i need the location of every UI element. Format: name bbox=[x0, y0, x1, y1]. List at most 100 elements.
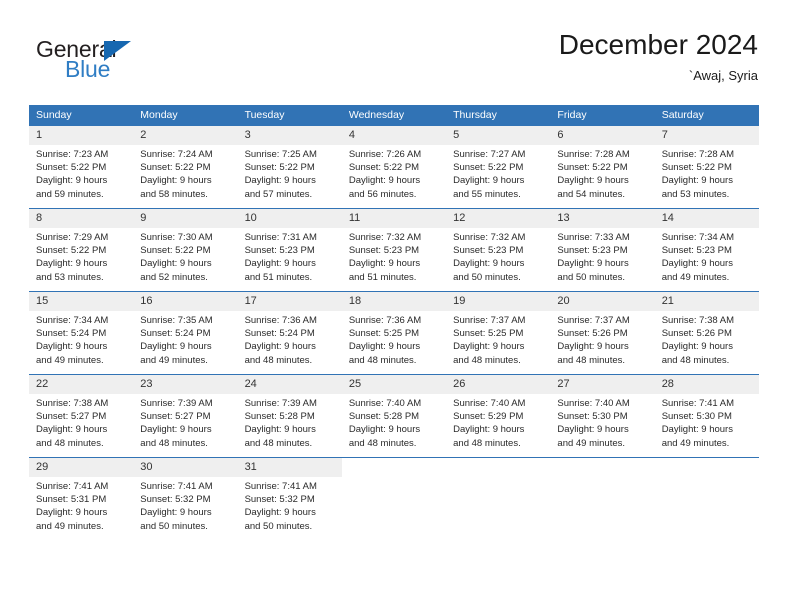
daylight-text-line1: Daylight: 9 hours bbox=[557, 341, 629, 353]
daylight-text-line1: Daylight: 9 hours bbox=[140, 341, 212, 353]
calendar-day-cell[interactable]: 21 Sunrise: 7:38 AM Sunset: 5:26 PM Dayligh… bbox=[654, 291, 759, 375]
calendar-day-cell[interactable]: 1 Sunrise: 7:23 AM Sunset: 5:22 PM Daylight… bbox=[29, 126, 134, 209]
day-details: Sunrise: 7:40 AM Sunset: 5:28 PM Daylight:… bbox=[342, 394, 446, 450]
day-details: Sunrise: 7:24 AM Sunset: 5:22 PM Daylight:… bbox=[133, 145, 237, 201]
day-number: 23 bbox=[133, 375, 238, 394]
daylight-text-line2: and 50 minutes. bbox=[244, 520, 313, 532]
day-number: 20 bbox=[550, 292, 655, 311]
daylight-text-line2: and 51 minutes. bbox=[244, 271, 313, 283]
calendar-day-cell[interactable]: 31 Sunrise: 7:41 AM Sunset: 5:32 PM Dayligh… bbox=[237, 457, 342, 540]
day-details: Sunrise: 7:28 AM Sunset: 5:22 PM Daylight:… bbox=[550, 145, 654, 201]
sunrise-text: Sunrise: 7:31 AM bbox=[244, 232, 317, 243]
calendar-day-cell[interactable]: 4 Sunrise: 7:26 AM Sunset: 5:22 PM Daylight… bbox=[341, 126, 447, 209]
daylight-text-line2: and 50 minutes. bbox=[140, 520, 208, 532]
calendar-day-cell[interactable]: 5 Sunrise: 7:27 AM Sunset: 5:22 PM Daylight… bbox=[446, 126, 551, 209]
sunset-text: Sunset: 5:28 PM bbox=[244, 411, 315, 423]
daylight-text-line2: and 49 minutes. bbox=[36, 354, 104, 366]
calendar-day-cell[interactable]: 16 Sunrise: 7:35 AM Sunset: 5:24 PM Dayligh… bbox=[133, 291, 238, 375]
title-block: December 2024 `Awaj, Syria bbox=[559, 28, 758, 85]
calendar-body: 1 Sunrise: 7:23 AM Sunset: 5:22 PM Daylight… bbox=[29, 126, 759, 540]
day-number: 10 bbox=[237, 209, 342, 228]
sunrise-text: Sunrise: 7:32 AM bbox=[348, 232, 422, 243]
calendar-day-cell[interactable]: 23 Sunrise: 7:39 AM Sunset: 5:27 PM Dayligh… bbox=[133, 374, 238, 458]
general-blue-logo[interactable]: General Blue bbox=[36, 36, 236, 86]
calendar-day-cell[interactable]: 27 Sunrise: 7:40 AM Sunset: 5:30 PM Dayligh… bbox=[550, 374, 655, 458]
sunset-text: Sunset: 5:23 PM bbox=[453, 245, 524, 257]
day-details bbox=[342, 477, 446, 480]
calendar-day-cell[interactable]: 26 Sunrise: 7:40 AM Sunset: 5:29 PM Dayligh… bbox=[446, 374, 551, 458]
calendar-day-cell[interactable]: 28 Sunrise: 7:41 AM Sunset: 5:30 PM Dayligh… bbox=[654, 374, 759, 458]
sunrise-text: Sunrise: 7:34 AM bbox=[36, 315, 109, 326]
sunrise-text: Sunrise: 7:40 AM bbox=[557, 398, 630, 409]
sunset-text: Sunset: 5:32 PM bbox=[244, 494, 315, 506]
calendar-day-cell[interactable]: 15 Sunrise: 7:34 AM Sunset: 5:24 PM Dayligh… bbox=[29, 291, 134, 375]
day-details: Sunrise: 7:31 AM Sunset: 5:23 PM Daylight:… bbox=[238, 228, 342, 284]
calendar-day-cell[interactable]: 22 Sunrise: 7:38 AM Sunset: 5:27 PM Dayligh… bbox=[29, 374, 134, 458]
sunset-text: Sunset: 5:28 PM bbox=[348, 411, 420, 423]
sunrise-text: Sunrise: 7:30 AM bbox=[140, 232, 213, 243]
daylight-text-line1: Daylight: 9 hours bbox=[140, 258, 212, 270]
day-number: 18 bbox=[341, 292, 447, 311]
calendar-day-cell[interactable]: 10 Sunrise: 7:31 AM Sunset: 5:23 PM Dayligh… bbox=[237, 208, 342, 292]
day-details: Sunrise: 7:37 AM Sunset: 5:26 PM Daylight:… bbox=[550, 311, 654, 367]
day-number: 6 bbox=[550, 126, 655, 145]
sunrise-text: Sunrise: 7:41 AM bbox=[140, 481, 213, 492]
weekday-header-monday: Monday bbox=[133, 105, 238, 126]
daylight-text-line2: and 48 minutes. bbox=[36, 437, 104, 449]
calendar-day-cell[interactable]: 24 Sunrise: 7:39 AM Sunset: 5:28 PM Dayligh… bbox=[237, 374, 342, 458]
day-number: 16 bbox=[133, 292, 238, 311]
calendar-day-cell[interactable]: 3 Sunrise: 7:25 AM Sunset: 5:22 PM Daylight… bbox=[237, 126, 342, 209]
sunset-text: Sunset: 5:22 PM bbox=[453, 162, 524, 174]
day-number bbox=[446, 458, 551, 477]
sunrise-text: Sunrise: 7:36 AM bbox=[348, 315, 422, 326]
daylight-text-line2: and 56 minutes. bbox=[348, 188, 417, 200]
day-number: 22 bbox=[29, 375, 134, 394]
daylight-text-line1: Daylight: 9 hours bbox=[348, 258, 421, 270]
daylight-text-line2: and 48 minutes. bbox=[244, 354, 313, 366]
daylight-text-line2: and 48 minutes. bbox=[453, 354, 521, 366]
day-number: 28 bbox=[654, 375, 759, 394]
weekday-header-saturday: Saturday bbox=[654, 105, 759, 126]
calendar-week-row: 22 Sunrise: 7:38 AM Sunset: 5:27 PM Dayligh… bbox=[29, 374, 759, 458]
calendar-day-cell[interactable]: 17 Sunrise: 7:36 AM Sunset: 5:24 PM Dayligh… bbox=[237, 291, 342, 375]
day-details: Sunrise: 7:36 AM Sunset: 5:24 PM Daylight:… bbox=[238, 311, 342, 367]
calendar-day-cell[interactable]: 8 Sunrise: 7:29 AM Sunset: 5:22 PM Daylight… bbox=[29, 208, 134, 292]
calendar-day-cell[interactable]: 7 Sunrise: 7:28 AM Sunset: 5:22 PM Daylight… bbox=[654, 126, 759, 209]
sunrise-text: Sunrise: 7:26 AM bbox=[348, 149, 422, 160]
day-number: 29 bbox=[29, 458, 134, 477]
calendar-day-cell[interactable]: 12 Sunrise: 7:32 AM Sunset: 5:23 PM Dayligh… bbox=[446, 208, 551, 292]
day-number: 1 bbox=[29, 126, 134, 145]
daylight-text-line1: Daylight: 9 hours bbox=[36, 175, 108, 187]
day-details: Sunrise: 7:30 AM Sunset: 5:22 PM Daylight:… bbox=[133, 228, 237, 284]
calendar-day-cell[interactable]: 25 Sunrise: 7:40 AM Sunset: 5:28 PM Dayligh… bbox=[341, 374, 447, 458]
day-details: Sunrise: 7:39 AM Sunset: 5:27 PM Daylight:… bbox=[133, 394, 237, 450]
calendar-day-cell-empty bbox=[341, 457, 447, 540]
sunset-text: Sunset: 5:23 PM bbox=[348, 245, 420, 257]
calendar-header-row-group: Sunday Monday Tuesday Wednesday Thursday… bbox=[29, 105, 759, 126]
calendar-day-cell[interactable]: 13 Sunrise: 7:33 AM Sunset: 5:23 PM Dayligh… bbox=[550, 208, 655, 292]
day-details: Sunrise: 7:32 AM Sunset: 5:23 PM Daylight:… bbox=[446, 228, 550, 284]
calendar-day-cell[interactable]: 11 Sunrise: 7:32 AM Sunset: 5:23 PM Dayligh… bbox=[341, 208, 447, 292]
sunset-text: Sunset: 5:22 PM bbox=[36, 245, 107, 257]
calendar-day-cell[interactable]: 2 Sunrise: 7:24 AM Sunset: 5:22 PM Daylight… bbox=[133, 126, 238, 209]
calendar-day-cell[interactable]: 9 Sunrise: 7:30 AM Sunset: 5:22 PM Daylight… bbox=[133, 208, 238, 292]
sunset-text: Sunset: 5:24 PM bbox=[140, 328, 211, 340]
sunset-text: Sunset: 5:27 PM bbox=[140, 411, 211, 423]
daylight-text-line1: Daylight: 9 hours bbox=[140, 507, 212, 519]
daylight-text-line2: and 55 minutes. bbox=[453, 188, 521, 200]
daylight-text-line1: Daylight: 9 hours bbox=[140, 424, 212, 436]
sunrise-text: Sunrise: 7:32 AM bbox=[453, 232, 526, 243]
sunrise-text: Sunrise: 7:39 AM bbox=[244, 398, 317, 409]
daylight-text-line2: and 52 minutes. bbox=[140, 271, 208, 283]
calendar-day-cell[interactable]: 30 Sunrise: 7:41 AM Sunset: 5:32 PM Dayligh… bbox=[133, 457, 238, 540]
calendar-day-cell[interactable]: 14 Sunrise: 7:34 AM Sunset: 5:23 PM Dayligh… bbox=[654, 208, 759, 292]
calendar-day-cell[interactable]: 29 Sunrise: 7:41 AM Sunset: 5:31 PM Dayligh… bbox=[29, 457, 134, 540]
calendar-day-cell[interactable]: 20 Sunrise: 7:37 AM Sunset: 5:26 PM Dayligh… bbox=[550, 291, 655, 375]
calendar-day-cell[interactable]: 6 Sunrise: 7:28 AM Sunset: 5:22 PM Daylight… bbox=[550, 126, 655, 209]
sunrise-text: Sunrise: 7:37 AM bbox=[557, 315, 630, 326]
calendar-day-cell[interactable]: 18 Sunrise: 7:36 AM Sunset: 5:25 PM Dayligh… bbox=[341, 291, 447, 375]
day-number: 21 bbox=[654, 292, 759, 311]
calendar-day-cell[interactable]: 19 Sunrise: 7:37 AM Sunset: 5:25 PM Dayligh… bbox=[446, 291, 551, 375]
daylight-text-line2: and 49 minutes. bbox=[557, 437, 626, 449]
calendar-week-row: 15 Sunrise: 7:34 AM Sunset: 5:24 PM Dayligh… bbox=[29, 291, 759, 375]
